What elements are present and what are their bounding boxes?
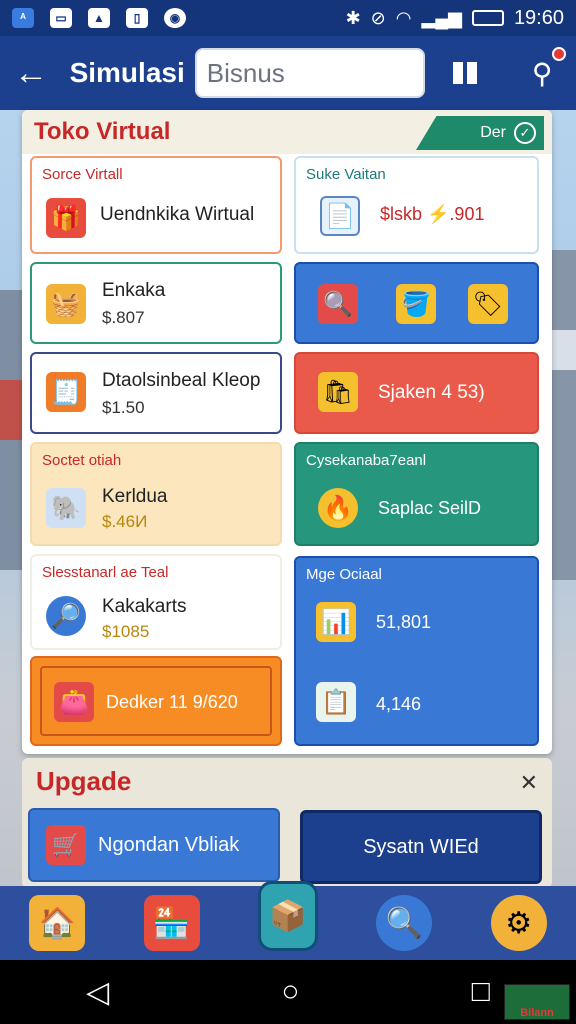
item-card-kakakarts[interactable]: Slesstanarl ae Teal 🔎 Kakakarts $1085	[30, 554, 282, 650]
chart-icon: 📊	[316, 602, 356, 642]
building-right	[548, 250, 576, 580]
card-name: Uendnkika Wirtual	[100, 204, 255, 225]
card-title: Suke Vaitan	[306, 166, 386, 183]
ledger-icon: 📋	[316, 682, 356, 722]
message-icon: ▭	[50, 8, 72, 28]
card-price: $1.50	[102, 398, 145, 417]
gear-icon[interactable]: ⚙	[490, 895, 547, 951]
battery-icon	[471, 10, 504, 26]
item-card-dedker[interactable]: 👛 Dedker 11 9/620	[30, 656, 282, 746]
item-card-enkaka[interactable]: 🧺 Enkaka $.807	[30, 262, 282, 344]
card-price-b: 4,146	[376, 694, 422, 714]
flame-icon: 🔥	[318, 488, 358, 528]
tag-icon: 🏷	[468, 284, 508, 324]
search-icon[interactable]: 🔍	[376, 895, 433, 951]
item-card-tools[interactable]: 🔍 🪣 🏷	[294, 262, 539, 344]
card-title: Slesstanarl ae Teal	[42, 564, 169, 581]
system-nav-bar: ◁ ○ □	[0, 960, 576, 1024]
animal-icon: 🐘	[46, 488, 86, 528]
card-label: Sjaken 4 53)	[378, 382, 485, 403]
card-label: Saplac SeilD	[378, 498, 482, 518]
gift-icon: 🎁	[46, 198, 86, 238]
person-alert-icon: ⚲	[531, 57, 553, 89]
bucket-icon: 🪣	[396, 284, 436, 324]
document-icon: 📄	[320, 196, 360, 236]
building-right-window	[548, 330, 576, 370]
basket-icon: 🧺	[46, 284, 86, 324]
bluetooth-icon: ✱	[345, 7, 361, 28]
card-title: Soctet otiah	[42, 452, 122, 469]
upgrade-left-label: Ngondan Vbliak	[98, 833, 240, 856]
done-button[interactable]: Der ✓	[416, 116, 544, 150]
item-card-kerldua[interactable]: Soctet otiah 🐘 Kerldua $.46И	[30, 442, 282, 546]
search-input[interactable]	[194, 48, 425, 98]
app-bar: ← Simulasi ⚲	[0, 36, 576, 110]
clock: 19:60	[513, 6, 564, 29]
card-title: Mge Ociaal	[306, 566, 382, 583]
watermark-logo: Bilann	[504, 984, 570, 1020]
upgrade-right-button[interactable]: Sysatn WIEd	[300, 810, 542, 884]
panel-title: Toko Virtual	[34, 118, 171, 145]
inventory-icon[interactable]: 📦	[257, 881, 318, 951]
image-icon: ▲	[88, 8, 110, 28]
upgrade-title: Upgade	[36, 766, 132, 796]
receipt-icon: 🧾	[46, 372, 86, 412]
notification-button[interactable]: ⚲	[522, 47, 566, 93]
card-name: Kerldua	[102, 486, 168, 507]
upgrade-left-button[interactable]: 🛒 Ngondan Vbliak	[28, 808, 280, 882]
watermark-text: Bilann	[520, 1007, 554, 1019]
card-price-a: 51,801	[376, 612, 432, 632]
store-panel: Toko Virtual Der ✓ Sorce Virtall 🎁 Uendn…	[22, 110, 552, 754]
item-card-vaitan[interactable]: Suke Vaitan 📄 $lskb ⚡.901	[294, 156, 539, 254]
wifi-icon: ◠	[395, 7, 412, 28]
card-price: $.46И	[102, 512, 148, 531]
panel-header: Toko Virtual Der ✓	[22, 110, 552, 154]
close-icon[interactable]: ✕	[520, 770, 538, 796]
upgrade-section: Upgade ✕ 🛒 Ngondan Vbliak Sysatn WIEd	[22, 758, 552, 888]
gift-bag-icon: 🛍	[318, 372, 358, 412]
card-price: $.807	[102, 308, 145, 327]
signal-icon: ▂▄▆	[421, 7, 462, 28]
notification-dot	[552, 47, 566, 61]
card-price: $1085	[102, 622, 150, 641]
check-icon: ✓	[514, 122, 536, 144]
phone-icon: ▯	[126, 8, 148, 28]
card-title: Cysekanaba7eanl	[306, 452, 427, 469]
item-card-virtual[interactable]: Sorce Virtall 🎁 Uendnkika Wirtual	[30, 156, 282, 254]
recents-icon[interactable]: □	[472, 975, 490, 1009]
home-button-icon[interactable]: ○	[281, 975, 299, 1009]
shop-icon[interactable]: 🏪	[143, 895, 200, 951]
home-icon[interactable]: 🏠	[29, 895, 86, 951]
card-name: Kakakarts	[102, 596, 187, 617]
card-name: Dtaolsinbeal Kleop	[102, 370, 261, 391]
app-icon: ᴬ	[12, 8, 34, 28]
bottom-nav: 🏠 🏪 📦 🔍 ⚙	[0, 881, 576, 960]
card-label: Dedker 11 9/620	[106, 692, 238, 712]
vibrate-icon: ⊘	[370, 7, 386, 28]
card-title: Sorce Virtall	[42, 166, 123, 183]
book-icon[interactable]	[445, 53, 485, 93]
wallet-icon: 👛	[54, 682, 94, 722]
back-icon[interactable]: ◁	[86, 975, 109, 1010]
item-card-saplac[interactable]: Cysekanaba7eanl 🔥 Saplac SeilD	[294, 442, 539, 546]
item-card-sjaken[interactable]: 🛍 Sjaken 4 53)	[294, 352, 539, 434]
upgrade-right-label: Sysatn WIEd	[363, 835, 479, 858]
card-price: $lskb ⚡.901	[380, 204, 485, 224]
cart-search-icon: 🔍	[318, 284, 358, 324]
record-icon: ◉	[164, 8, 186, 28]
cart-icon: 🛒	[46, 825, 86, 865]
item-card-dtaolsinbeal[interactable]: 🧾 Dtaolsinbeal Kleop $1.50	[30, 352, 282, 434]
card-name: Enkaka	[102, 280, 166, 301]
app-title: Simulasi	[69, 57, 185, 88]
back-arrow-icon[interactable]: ←	[14, 54, 58, 93]
magnifier-icon: 🔎	[46, 596, 86, 636]
status-bar: ᴬ ▭ ▲ ▯ ◉ ✱ ⊘ ◠ ▂▄▆ 19:60	[0, 0, 576, 36]
item-card-mge[interactable]: Mge Ociaal 📊 51,801 📋 4,146	[294, 556, 539, 746]
done-label: Der	[480, 124, 506, 141]
